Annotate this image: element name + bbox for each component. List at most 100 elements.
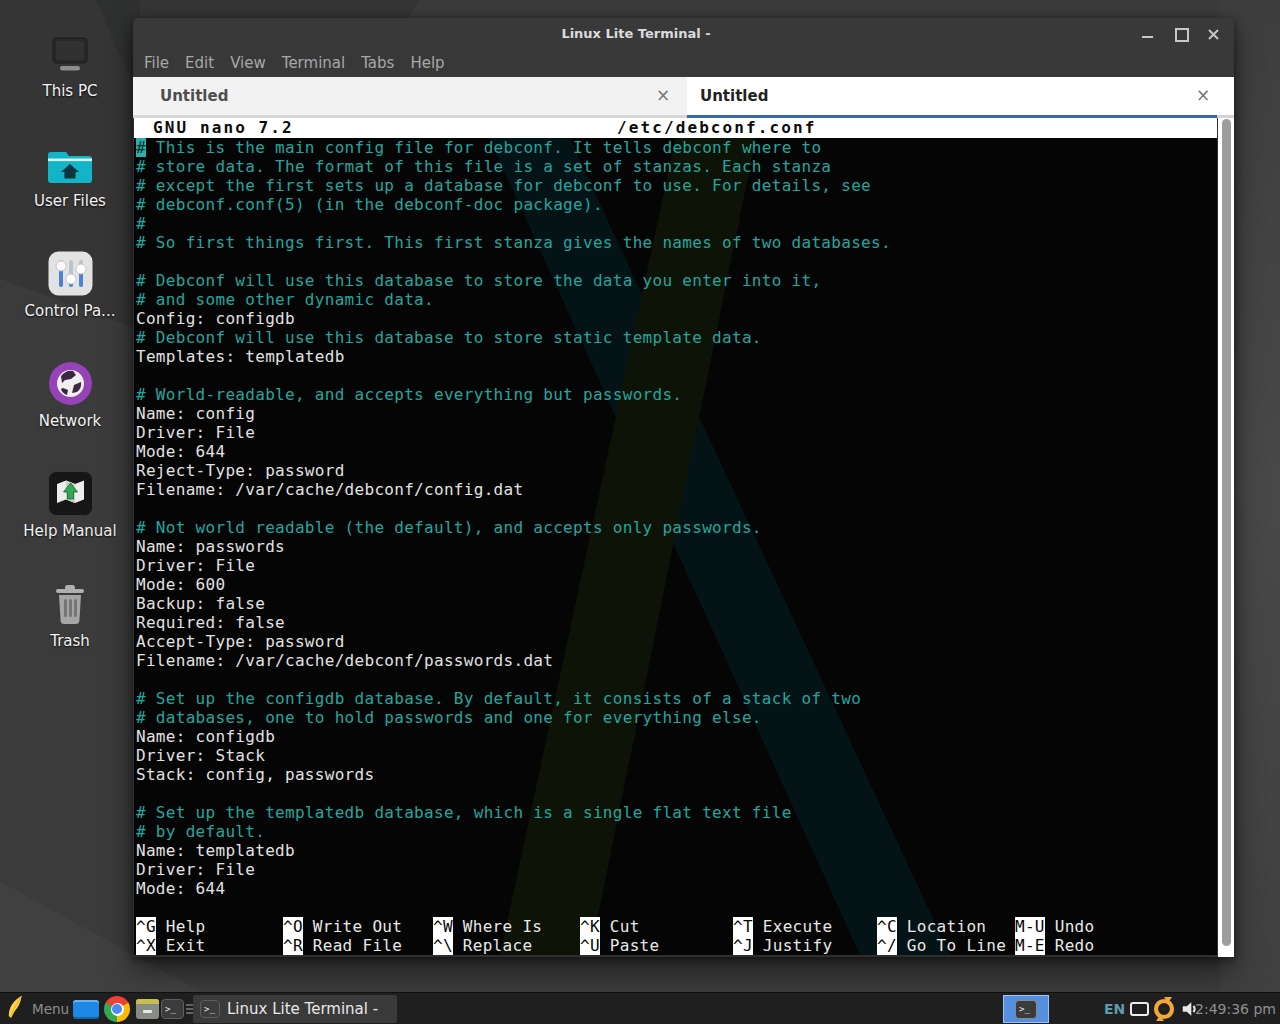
nano-filename: /etc/debconf.conf — [617, 118, 816, 138]
terminal-line: Driver: File — [136, 860, 1216, 879]
terminal-line: Templates: templatedb — [136, 347, 1216, 366]
terminal-line: # Set up the configdb database. By defau… — [136, 689, 1216, 708]
shortcut-exit: ^X Exit — [136, 936, 206, 955]
terminal-line: Accept-Type: password — [136, 632, 1216, 651]
desktop-icon-label: Control Pa... — [15, 302, 125, 320]
terminal-line — [136, 670, 1216, 689]
shortcut-key: ^R — [283, 936, 303, 955]
trash-icon — [15, 578, 125, 626]
terminal-line: Name: configdb — [136, 727, 1216, 746]
shortcut-paste: ^U Paste — [580, 936, 659, 955]
terminal-line: # — [136, 214, 1216, 233]
archive-icon — [136, 999, 159, 1019]
tab-label: Untitled — [700, 77, 768, 115]
clock[interactable]: 2:49:36 pm — [1195, 993, 1276, 1024]
terminal-line: # So first things first. This first stan… — [136, 233, 1216, 252]
menu-edit[interactable]: Edit — [185, 54, 214, 72]
shortcut-location: ^C Location — [877, 917, 986, 936]
desktop-icon-help-manual[interactable]: Help Manual — [15, 468, 125, 540]
desktop-icon-this-pc[interactable]: This PC — [15, 28, 125, 100]
scrollbar[interactable] — [1218, 118, 1234, 957]
control-panel-icon — [15, 248, 125, 296]
terminal-line: # Set up the templatedb database, which … — [136, 803, 1216, 822]
desktop-icon-network[interactable]: Network — [15, 358, 125, 430]
terminal-line: Name: config — [136, 404, 1216, 423]
menu-view[interactable]: View — [230, 54, 266, 72]
desktop-icon-label: Trash — [15, 632, 125, 650]
menu-button[interactable]: Menu — [6, 993, 69, 1024]
maximize-button[interactable] — [1174, 27, 1187, 40]
terminal-line: Backup: false — [136, 594, 1216, 613]
scrollbar-thumb[interactable] — [1222, 119, 1231, 946]
tab-untitled-2[interactable]: Untitled × — [687, 77, 1234, 115]
menu-help[interactable]: Help — [410, 54, 444, 72]
menu-file[interactable]: File — [144, 54, 169, 72]
terminal-line: # Not world readable (the default), and … — [136, 518, 1216, 537]
menu-button-label: Menu — [32, 1001, 69, 1017]
window-title: Linux Lite Terminal - — [133, 18, 1139, 48]
menu-bar: File Edit View Terminal Tabs Help — [133, 48, 1234, 77]
terminal-launcher[interactable]: >_ — [161, 993, 184, 1024]
user-files-icon — [15, 138, 125, 186]
terminal-line: Mode: 644 — [136, 442, 1216, 461]
close-button[interactable] — [1207, 27, 1220, 40]
terminal-window: Linux Lite Terminal - File Edit View Termin… — [133, 18, 1234, 957]
terminal-line: # World-readable, and accepts everything… — [136, 385, 1216, 404]
minimize-button[interactable] — [1141, 27, 1154, 40]
terminal-line — [136, 784, 1216, 803]
terminal-line: Mode: 600 — [136, 575, 1216, 594]
shortcut-key: ^C — [877, 917, 897, 936]
tab-bar: Untitled × Untitled × — [133, 77, 1234, 118]
shortcut-key: ^X — [136, 936, 156, 955]
terminal-line: Mode: 644 — [136, 879, 1216, 898]
menu-terminal[interactable]: Terminal — [282, 54, 345, 72]
shortcut-key: ^T — [733, 917, 753, 936]
shortcut-key: ^J — [733, 936, 753, 955]
shortcut-where-is: ^W Where Is — [433, 917, 542, 936]
keyboard-layout-indicator[interactable]: EN — [1104, 993, 1125, 1024]
desktop-icon-label: This PC — [15, 82, 125, 100]
nano-titlebar: GNU nano 7.2 /etc/debconf.conf — [134, 118, 1217, 138]
shortcut-key: M-U — [1015, 917, 1045, 936]
display-tray-icon[interactable] — [1130, 993, 1149, 1024]
shortcut-key: ^/ — [877, 936, 897, 955]
terminal-line: Name: templatedb — [136, 841, 1216, 860]
tab-untitled-1[interactable]: Untitled × — [133, 77, 687, 115]
task-button-terminal[interactable]: >_ Linux Lite Terminal - — [193, 995, 397, 1023]
shortcut-key: ^\ — [433, 936, 453, 955]
chrome-launcher[interactable] — [104, 993, 130, 1024]
desktop-icon-control-panel[interactable]: Control Pa... — [15, 248, 125, 320]
file-manager-launcher[interactable] — [73, 993, 99, 1024]
desktop-icon-label: Help Manual — [15, 522, 125, 540]
terminal-screen[interactable]: GNU nano 7.2 /etc/debconf.conf # This is… — [134, 118, 1217, 955]
nano-lines: # This is the main config file for debco… — [136, 138, 1216, 898]
file-manager-icon — [73, 1000, 99, 1019]
tab-close-icon[interactable]: × — [1192, 85, 1214, 107]
shortcut-redo: M-E Redo — [1015, 936, 1094, 955]
linux-lite-logo-icon — [6, 995, 25, 1023]
task-button-label: Linux Lite Terminal - — [227, 1000, 378, 1018]
tab-close-icon[interactable]: × — [652, 85, 674, 107]
help-manual-icon — [15, 468, 125, 516]
terminal-line: Name: passwords — [136, 537, 1216, 556]
network-icon — [15, 358, 125, 406]
shortcut-key: ^K — [580, 917, 600, 936]
shortcut-justify: ^J Justify — [733, 936, 832, 955]
this-pc-icon — [15, 28, 125, 76]
terminal-line — [136, 252, 1216, 271]
archive-launcher[interactable] — [136, 993, 159, 1024]
menu-tabs[interactable]: Tabs — [361, 54, 394, 72]
desktop-icon-user-files[interactable]: User Files — [15, 138, 125, 210]
terminal-line: Required: false — [136, 613, 1216, 632]
desktop-icon-trash[interactable]: Trash — [15, 578, 125, 650]
terminal-cursor: # — [136, 138, 146, 157]
shortcut-write-out: ^O Write Out — [283, 917, 402, 936]
tray-terminal-button[interactable]: >_ — [1003, 995, 1049, 1023]
window-titlebar[interactable]: Linux Lite Terminal - — [133, 18, 1234, 48]
shortcut-key: ^W — [433, 917, 453, 936]
shortcut-key: ^G — [136, 917, 156, 936]
terminal-icon: >_ — [1015, 1000, 1037, 1019]
terminal-line: # Debconf will use this database to stor… — [136, 328, 1216, 347]
shortcut-go-to-line: ^/ Go To Line — [877, 936, 1006, 955]
update-tray-icon[interactable] — [1152, 993, 1176, 1024]
